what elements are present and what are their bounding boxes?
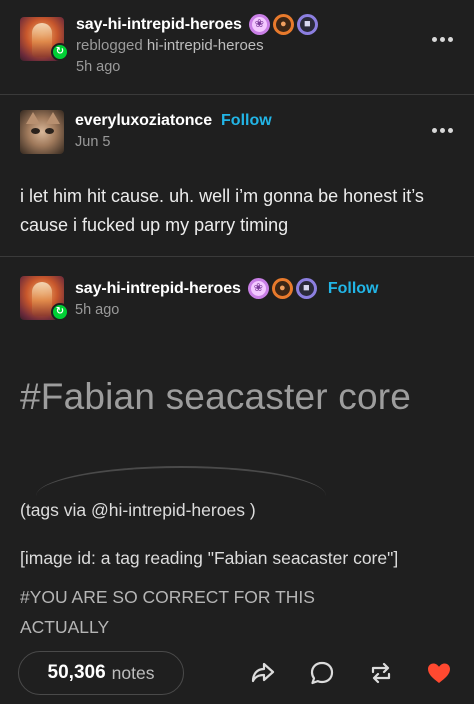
reply-icon[interactable] [308,659,336,687]
like-heart-icon[interactable] [425,659,453,687]
reblog-divider [0,256,474,257]
notes-button[interactable]: 50,306 notes [18,651,184,695]
orange-paw-badge-icon[interactable]: ● [272,14,294,35]
header-divider [0,94,474,95]
post-tags: #YOU ARE SO CORRECT FOR THIS ACTUALLY [20,582,315,642]
share-icon[interactable] [249,659,277,687]
post-author-row: say-hi-intrepid-heroes ❀ ● ■ [76,14,318,35]
reblog-1-text: i let him hit cause. uh. well i’m gonna … [20,186,424,235]
reblog-1-date: Jun 5 [75,134,111,150]
reblog-2-header: say-hi-intrepid-heroes ❀ ● ■ Follow [75,278,379,299]
post-author-username[interactable]: say-hi-intrepid-heroes [76,16,242,34]
reblog-2-time: 5h ago [75,302,120,318]
notes-label: notes [111,662,155,683]
purple-paw-badge-icon[interactable]: ❀ [247,278,269,299]
tag-line-1[interactable]: #YOU ARE SO CORRECT FOR THIS [20,582,315,612]
avatar[interactable] [20,110,64,154]
reblogged-from-link[interactable]: hi-intrepid-heroes [147,37,264,54]
reblog-badge-icon: ↻ [51,303,69,321]
tag-image-pill-edge [36,466,326,496]
reblog-1-username[interactable]: everyluxoziatonce [75,112,212,130]
follow-button[interactable]: Follow [221,112,272,130]
follow-button[interactable]: Follow [328,280,379,298]
notes-count: 50,306 [47,662,106,683]
tag-image-text: #Fabian seacaster core [20,376,412,417]
tags-via-line: (tags via @hi-intrepid-heroes ) [20,500,256,520]
reblog-badge-icon: ↻ [51,43,69,61]
reblog-2-username[interactable]: say-hi-intrepid-heroes [75,280,241,298]
reblog-icon[interactable] [367,659,395,687]
cat-face-badge-icon[interactable]: ■ [296,14,318,35]
reblog-1-header: everyluxoziatonce Follow [75,112,272,130]
more-options-icon[interactable] [432,37,453,42]
reblogged-label: reblogged [76,37,143,54]
purple-paw-badge-icon[interactable]: ❀ [248,14,270,35]
tag-line-2[interactable]: ACTUALLY [20,612,315,642]
orange-paw-badge-icon[interactable]: ● [271,278,293,299]
post-time: 5h ago [76,59,121,75]
cat-face-badge-icon[interactable]: ■ [295,278,317,299]
image-id-text: [image id: a tag reading "Fabian seacast… [20,548,399,568]
tags-via-mention-link[interactable]: @hi-intrepid-heroes [91,500,245,520]
reblogged-line: reblogged hi-intrepid-heroes [76,37,264,54]
more-options-icon[interactable] [432,128,453,133]
